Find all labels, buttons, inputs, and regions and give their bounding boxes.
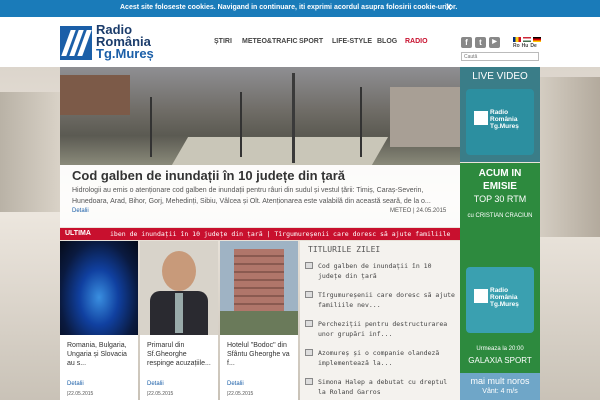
featured-description: Hidrologii au emis o atenționare cod gal… <box>72 187 431 205</box>
news-card-title[interactable]: Hotelul "Bodoc" din Sfântu Gheorghe va f… <box>227 341 295 368</box>
news-card-image[interactable] <box>220 241 298 335</box>
featured-photo[interactable] <box>60 67 460 165</box>
news-card-date: |22.05.2015 <box>227 391 254 397</box>
headline-item[interactable]: Azomureș și o companie olandeză implemen… <box>304 348 456 368</box>
flag-de-icon[interactable] <box>533 37 541 42</box>
facebook-icon[interactable]: f <box>461 37 472 48</box>
next-show-name: GALAXIA SPORT <box>468 356 532 365</box>
live-video-player[interactable]: Radio România Tg.Mureș <box>466 89 534 155</box>
weather-box[interactable]: mai mult noros Vânt: 4 m/s <box>460 373 540 400</box>
headline-item[interactable]: Simona Halep a debutat cu dreptul la Rol… <box>304 377 456 397</box>
live-video-title: LIVE VIDEO <box>472 71 528 82</box>
news-card-image[interactable] <box>140 241 218 335</box>
news-card-title[interactable]: Romania, Bulgaria, Ungaria și Slovacia a… <box>67 341 135 368</box>
nav-item-radio[interactable]: RADIO <box>405 38 428 45</box>
cookie-bar: Acest site foloseste cookies. Navigand i… <box>0 0 600 17</box>
featured-details-link[interactable]: Detalii <box>72 208 89 214</box>
news-card-date: |22.05.2015 <box>67 391 94 397</box>
cookie-close-button[interactable]: X <box>446 3 451 12</box>
article-icon <box>305 291 313 298</box>
lang-de[interactable]: De <box>530 43 536 49</box>
cookie-message: Acest site foloseste cookies. Navigand i… <box>120 4 458 11</box>
lang-hu[interactable]: Hu <box>522 43 529 49</box>
flag-hu-icon[interactable] <box>523 37 531 42</box>
next-show-label: Urmeaza la 20:00 <box>476 346 524 352</box>
article-icon <box>305 320 313 327</box>
news-card-details-link[interactable]: Detalii <box>227 381 244 387</box>
youtube-icon[interactable]: ▶ <box>489 37 500 48</box>
news-card-date: |22.05.2015 <box>147 391 174 397</box>
headline-item[interactable]: Tîrgumureșenii care doresc să ajute fami… <box>304 290 456 310</box>
lang-ro[interactable]: Ro <box>513 43 520 49</box>
news-card[interactable]: Primarul din Sf.Gheorghe respinge acuzaț… <box>140 241 218 400</box>
news-card-image[interactable] <box>60 241 138 335</box>
news-card[interactable]: Hotelul "Bodoc" din Sfântu Gheorghe va f… <box>220 241 298 400</box>
right-sidebar: LIVE VIDEO Radio România Tg.Mureș ACUM I… <box>460 67 540 400</box>
ticker-text[interactable]: iben de inundații în 10 județe din țară … <box>110 230 450 238</box>
top-headlines: TITLURILE ZILEI Cod galben de inundații … <box>300 241 460 400</box>
language-labels: Ro Hu De <box>513 43 539 49</box>
current-show: TOP 30 RTM <box>473 194 527 204</box>
article-icon <box>305 262 313 269</box>
flag-ro-icon[interactable] <box>513 37 521 42</box>
news-card-details-link[interactable]: Detalii <box>67 381 84 387</box>
listen-live-player[interactable]: Radio România Tg.Mureș <box>466 267 534 333</box>
live-video-box[interactable]: LIVE VIDEO Radio România Tg.Mureș <box>460 67 540 162</box>
site-logo[interactable]: Radio România Tg.Mureș <box>60 23 180 66</box>
nav-item-life-style[interactable]: LIFE-STYLE <box>332 38 372 45</box>
top-headlines-title: TITLURILE ZILEI <box>308 245 381 254</box>
logo-mark-icon <box>60 26 92 60</box>
headline-item[interactable]: Percheziții pentru destructurarea unor g… <box>304 319 456 339</box>
news-card-title[interactable]: Primarul din Sf.Gheorghe respinge acuzaț… <box>147 341 215 368</box>
featured-story[interactable]: Cod galben de inundații în 10 județe din… <box>60 67 460 227</box>
nav-item-stiri[interactable]: ȘTIRI <box>214 38 232 45</box>
on-air-box[interactable]: ACUM IN EMISIE TOP 30 RTM cu CRISTIAN CR… <box>460 163 540 373</box>
on-air-label-2: EMISIE <box>483 181 517 192</box>
featured-title[interactable]: Cod galben de inundații în 10 județe din… <box>72 168 345 183</box>
nav-item-sport[interactable]: SPORT <box>299 38 323 45</box>
site-header: Radio România Tg.Mureș ȘTIRI METEO&TRAFI… <box>0 17 600 67</box>
nav-item-meteo-trafic[interactable]: METEO&TRAFIC <box>242 38 298 45</box>
article-icon <box>305 378 313 385</box>
news-card-details-link[interactable]: Detalii <box>147 381 164 387</box>
logo-line-city: Tg.Mureș <box>96 46 154 61</box>
ticker-label: ULTIMA <box>65 230 91 237</box>
featured-meta: METEO | 24.05.2015 <box>390 208 447 214</box>
headline-item[interactable]: Cod galben de inundații în 10 județe din… <box>304 261 456 281</box>
radio-logo-icon <box>474 111 488 125</box>
news-card[interactable]: Romania, Bulgaria, Ungaria și Slovacia a… <box>60 241 138 400</box>
radio-logo-icon <box>474 289 488 303</box>
article-icon <box>305 349 313 356</box>
search-input[interactable] <box>461 52 539 61</box>
nav-item-blog[interactable]: BLOG <box>377 38 397 45</box>
current-host: cu CRISTIAN CRACIUN <box>467 213 533 219</box>
weather-condition: mai mult noros <box>470 376 530 386</box>
weather-wind: Vânt: 4 m/s <box>482 388 518 395</box>
twitter-icon[interactable]: t <box>475 37 486 48</box>
news-ticker: ULTIMA iben de inundații în 10 județe di… <box>60 228 460 240</box>
on-air-label-1: ACUM IN <box>478 168 522 179</box>
